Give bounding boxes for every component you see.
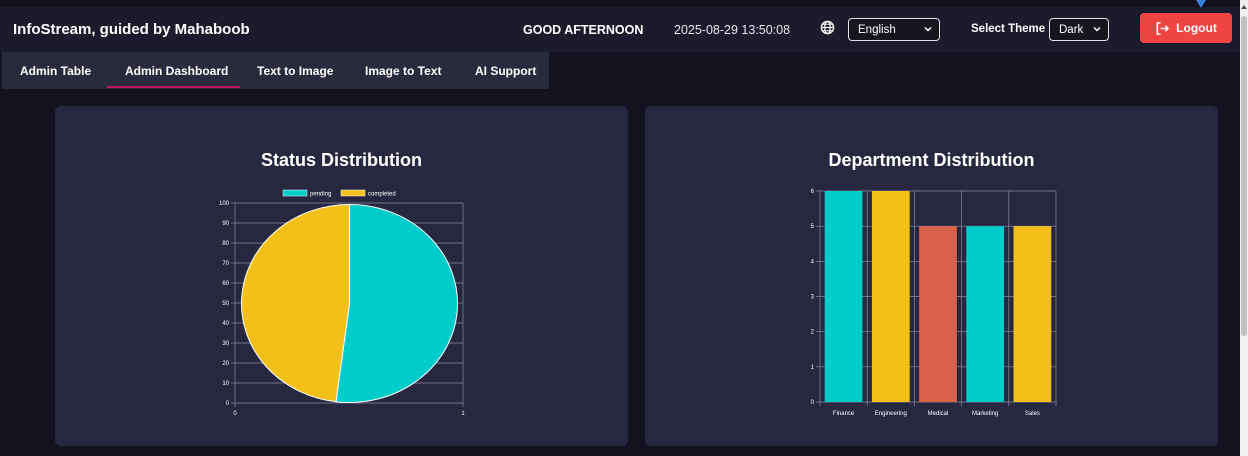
y-tick-label: 1 (811, 365, 815, 371)
tab-bar: Admin Table Admin Dashboard Text to Imag… (2, 52, 549, 89)
bar-engineering (871, 191, 910, 402)
pie-slice-completed (241, 203, 350, 403)
logout-label: Logout (1176, 21, 1217, 35)
y-tick-label: 10 (222, 381, 229, 387)
y-tick-label: 90 (222, 221, 229, 227)
theme-label: Select Theme (971, 23, 1046, 35)
language-select[interactable]: English (848, 18, 940, 41)
x-tick-label: 0 (233, 411, 237, 417)
bar-medical (919, 226, 957, 402)
x-tick-label: Medical (928, 411, 949, 417)
x-tick-label: Sales (1025, 411, 1040, 417)
theme-select-value: Dark (1059, 23, 1084, 36)
active-tab-indicator (107, 86, 240, 88)
x-tick-label: 1 (461, 411, 465, 417)
datetime-display: 2025-08-29 13:50:08 (674, 23, 791, 37)
y-tick-label: 100 (219, 201, 230, 207)
bar-sales (1013, 226, 1052, 402)
scroll-up-icon[interactable] (1241, 3, 1247, 11)
chevron-down-icon (924, 26, 932, 32)
x-tick-label: Marketing (972, 411, 998, 417)
cursor-arrow-icon (1196, 0, 1206, 8)
tab-admin-dashboard[interactable]: Admin Dashboard (125, 64, 228, 78)
tab-image-to-text[interactable]: Image to Text (365, 64, 441, 78)
status-distribution-card: Status Distribution 0 10 20 30 40 50 60 70 80 90 1… (55, 106, 628, 446)
legend-swatch (340, 189, 366, 197)
bar-finance (824, 191, 863, 402)
tab-admin-table[interactable]: Admin Table (20, 64, 91, 78)
legend-label: completed (368, 192, 396, 198)
y-tick-label: 30 (222, 341, 229, 347)
y-tick-label: 6 (811, 189, 815, 195)
globe-icon (820, 20, 835, 35)
scrollbar-thumb[interactable] (1241, 16, 1247, 336)
app-title: InfoStream, guided by Mahaboob (13, 21, 250, 38)
y-tick-label: 5 (811, 224, 815, 230)
y-tick-label: 60 (222, 281, 229, 287)
y-tick-label: 0 (811, 400, 815, 406)
y-tick-label: 4 (811, 259, 815, 265)
y-tick-label: 0 (226, 401, 230, 407)
y-tick-label: 2 (811, 330, 815, 336)
y-tick-label: 3 (811, 295, 815, 301)
theme-select[interactable]: Dark (1049, 18, 1109, 41)
y-tick-label: 70 (222, 261, 229, 267)
pie-slice-pending (335, 203, 458, 403)
tab-text-to-image[interactable]: Text to Image (257, 64, 333, 78)
y-tick-label: 20 (222, 361, 229, 367)
chevron-down-icon (1093, 26, 1101, 32)
department-bar-chart: 0 1 2 3 4 5 6 Finance Engineering Medical Marketin… (811, 189, 1057, 417)
logout-button[interactable]: Logout (1140, 13, 1232, 43)
bar-marketing (966, 226, 1005, 402)
tab-ai-support[interactable]: AI Support (475, 64, 536, 78)
y-tick-label: 50 (222, 301, 229, 307)
y-tick-label: 40 (222, 321, 229, 327)
greeting-text: GOOD AFTERNOON (523, 23, 644, 37)
page-scrollbar[interactable] (1240, 0, 1248, 456)
top-bar: InfoStream, guided by Mahaboob GOOD AFTE… (0, 7, 1240, 52)
language-select-value: English (858, 23, 896, 36)
status-pie-chart: 0 10 20 30 40 50 60 70 80 90 100 0 1 pending completed (219, 189, 465, 417)
legend-label: pending (310, 192, 331, 198)
x-tick-label: Engineering (875, 411, 907, 417)
x-tick-label: Finance (833, 411, 855, 417)
logout-icon (1156, 21, 1170, 35)
legend-swatch (282, 189, 308, 197)
department-distribution-card: Department Distribution 0 1 2 3 4 5 6 Finance En… (645, 106, 1218, 446)
y-tick-label: 80 (222, 241, 229, 247)
